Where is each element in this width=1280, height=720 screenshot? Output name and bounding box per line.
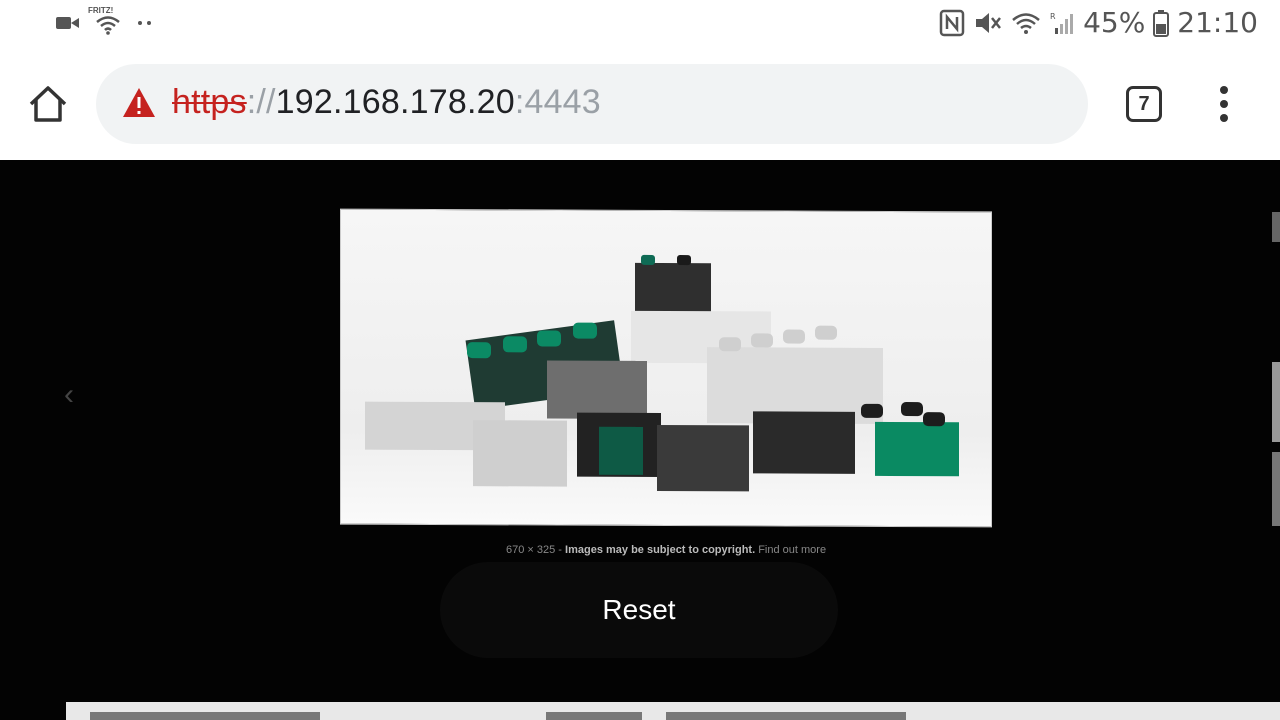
thumbnail-strip[interactable] (66, 702, 1280, 720)
battery-icon (1153, 9, 1170, 37)
clock: 21:10 (1177, 6, 1258, 39)
status-right: R 45% 21:10 (939, 6, 1258, 39)
image-caption: 670 × 325 - Images may be subject to cop… (506, 544, 826, 556)
lego-bricks-image (365, 254, 959, 492)
battery-percent: 45% (1083, 6, 1146, 39)
reset-button[interactable]: Reset (440, 562, 838, 658)
svg-text:R: R (1050, 12, 1056, 21)
overflow-menu-icon[interactable] (1212, 86, 1236, 126)
find-out-more-link[interactable]: Find out more (758, 544, 826, 556)
url-separator: :// (246, 83, 276, 121)
not-secure-warning-icon[interactable] (122, 86, 156, 120)
url-host: 192.168.178.20 (275, 83, 515, 121)
url-scheme: https (172, 83, 247, 121)
home-icon[interactable] (26, 82, 70, 126)
page-content: ‹ 670 × 325 - Images may be subject to c… (0, 160, 1280, 720)
browser-toolbar: https://192.168.178.20:4443 7 (0, 50, 1280, 160)
wifi-icon (1012, 12, 1040, 34)
tab-switcher-button[interactable]: 7 (1126, 86, 1162, 122)
video-camera-icon (56, 17, 79, 29)
image-dimensions: 670 × 325 (506, 544, 556, 556)
wifi-network-label: FRITZ! (88, 6, 114, 15)
next-image-thumbnail[interactable] (1272, 212, 1280, 532)
image-preview[interactable] (340, 208, 992, 528)
url-text[interactable]: https://192.168.178.20:4443 (172, 83, 601, 122)
more-notifications-icon (138, 21, 151, 25)
cell-signal-icon: R (1050, 12, 1074, 34)
mute-icon (976, 12, 1002, 33)
status-bar: FRITZ! R 45% 21:10 (0, 0, 1280, 50)
address-bar[interactable]: https://192.168.178.20:4443 (96, 64, 1088, 144)
copyright-notice: Images may be subject to copyright. (565, 544, 756, 556)
url-port: :4443 (514, 83, 601, 121)
caption-separator: - (555, 544, 566, 556)
nfc-icon (939, 9, 965, 36)
previous-arrow-icon[interactable]: ‹ (64, 378, 74, 412)
